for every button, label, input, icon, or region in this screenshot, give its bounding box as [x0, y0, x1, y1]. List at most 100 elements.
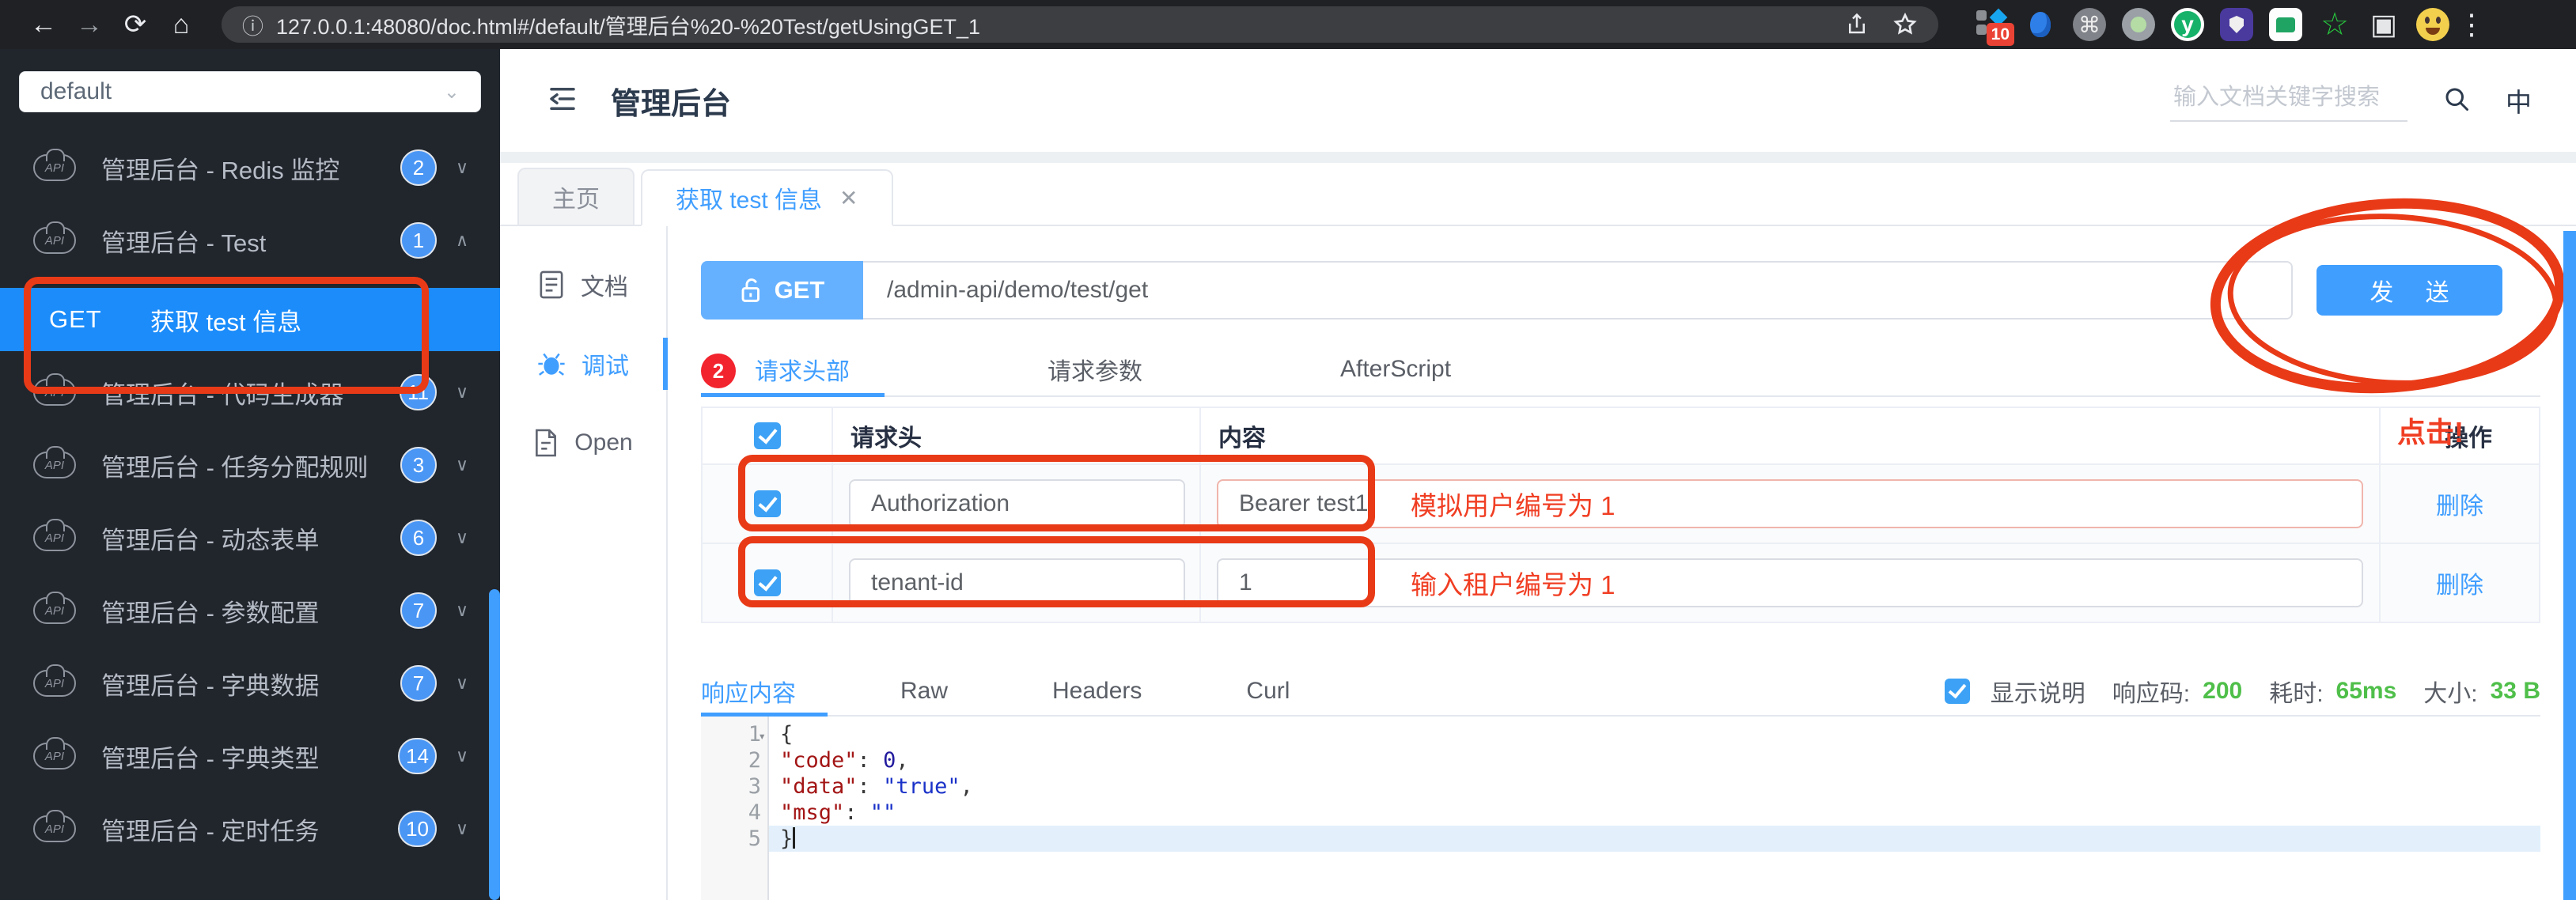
sidebar-group-item[interactable]: API 管理后台 - 字典数据 7 ∨: [0, 647, 500, 720]
main-scrollbar[interactable]: [2563, 231, 2576, 900]
y-icon[interactable]: y: [2171, 8, 2204, 41]
sidebar-group-label: 管理后台 - 动态表单: [101, 526, 320, 554]
line-number: 3: [748, 774, 761, 799]
balloon-icon[interactable]: [2024, 8, 2057, 41]
chevron-down-icon: ⌄: [443, 81, 460, 103]
sidebar-scrollbar[interactable]: [489, 589, 500, 900]
request-tabs: 2 请求头部 请求参数 AfterScript: [701, 346, 2540, 397]
sidebar-api-item-selected[interactable]: GET 获取 test 信息: [0, 288, 500, 351]
code-line: "msg": "": [780, 800, 896, 825]
star-green-icon[interactable]: ☆: [2318, 7, 2351, 42]
response-tab[interactable]: Headers: [1052, 678, 1142, 705]
share-icon[interactable]: [1845, 13, 1869, 36]
api-name-label: 获取 test 信息: [150, 308, 302, 336]
header-name-input[interactable]: tenant-id: [849, 558, 1185, 607]
response-code-label: 响应码:: [2112, 681, 2191, 707]
sidebar-group-label: 管理后台 - 定时任务: [101, 817, 320, 845]
page-tab-active[interactable]: 获取 test 信息 ✕: [641, 169, 893, 226]
bookmark-star-icon[interactable]: [1892, 12, 1918, 37]
debug-panel: GET /admin-api/demo/test/get 发 送 2 请求头部 请求…: [668, 198, 2576, 900]
page-tab-label: 主页: [552, 187, 600, 213]
sidebar-group-item[interactable]: API 管理后台 - 参数配置 7 ∨: [0, 574, 500, 647]
address-bar[interactable]: ⓘ 127.0.0.1:48080/doc.html#/default/管理后台…: [222, 6, 1938, 43]
page-tab-home[interactable]: 主页: [517, 168, 635, 225]
sidebar-group-item[interactable]: API 管理后台 - 代码生成器 11 ∨: [0, 356, 500, 429]
sidebar-group-item[interactable]: API 管理后台 - Redis 监控 2 ∨: [0, 131, 500, 204]
response-tab[interactable]: 响应内容: [701, 674, 796, 709]
api-cloud-icon: API: [33, 664, 76, 697]
chevron-down-icon: ∨: [455, 600, 469, 620]
select-all-checkbox[interactable]: [753, 422, 781, 449]
browser-menu-icon[interactable]: ⋮: [2457, 8, 2486, 41]
puzzle-icon[interactable]: ▣: [2367, 8, 2400, 41]
language-toggle[interactable]: 中: [2506, 81, 2532, 119]
circle-icon[interactable]: [2122, 8, 2155, 41]
api-count-badge: 7: [400, 665, 437, 701]
back-icon[interactable]: ←: [21, 9, 66, 40]
sidebar-group-label: 管理后台 - 字典数据: [101, 671, 320, 700]
request-tab[interactable]: 请求参数: [1047, 352, 1142, 390]
site-info-icon[interactable]: ⓘ: [242, 9, 263, 40]
delete-row-link[interactable]: 删除: [2436, 565, 2483, 600]
url-text[interactable]: 127.0.0.1:48080/doc.html#/default/管理后台%2…: [276, 9, 980, 40]
api-cloud-icon: API: [33, 149, 76, 181]
show-description-checkbox[interactable]: [1944, 679, 1970, 704]
header-name-input[interactable]: Authorization: [849, 479, 1185, 528]
avatar-icon[interactable]: [2416, 8, 2449, 41]
chevron-down-icon: ∨: [455, 382, 469, 402]
doc-menu-item-调试[interactable]: 调试: [500, 324, 668, 403]
collapse-sidebar-icon[interactable]: [544, 82, 581, 119]
delete-row-link[interactable]: 删除: [2436, 486, 2483, 521]
code-line: "data": "true",: [780, 774, 973, 799]
response-tab[interactable]: Raw: [900, 678, 948, 705]
forward-icon[interactable]: →: [66, 9, 112, 40]
line-number: 2: [748, 748, 761, 773]
row-checkbox[interactable]: [753, 569, 781, 596]
response-body-editor[interactable]: 1 ▾ 2 3 4 5 {"code": 0, "data": "true", "msg": …: [701, 717, 2540, 900]
shield-icon[interactable]: [2220, 8, 2253, 41]
request-tab[interactable]: 请求头部: [755, 352, 850, 390]
close-tab-icon[interactable]: ✕: [839, 185, 858, 211]
api-count-badge: 6: [400, 520, 437, 556]
sidebar-group-item[interactable]: API 管理后台 - 字典类型 14 ∨: [0, 720, 500, 792]
api-cloud-icon: API: [33, 737, 76, 770]
request-tab[interactable]: AfterScript: [1340, 356, 1451, 386]
home-icon[interactable]: ⌂: [158, 9, 204, 40]
extension-badge-count: 10: [1986, 23, 2014, 46]
extensions-badge-icon[interactable]: 10: [1975, 8, 2014, 46]
sidebar-group-item[interactable]: API 管理后台 - 动态表单 6 ∨: [0, 501, 500, 574]
request-url-input[interactable]: /admin-api/demo/test/get: [863, 261, 2293, 320]
fold-caret-icon[interactable]: ▾: [758, 723, 766, 749]
sidebar-group-label: 管理后台 - Redis 监控: [101, 156, 340, 184]
sidebar-group-item[interactable]: API 管理后台 - Test 1 ∧: [0, 204, 500, 277]
header-value-input[interactable]: Bearer test1: [1217, 479, 2363, 528]
extensions-row: 10 ⌘ y ☆ ▣: [1975, 7, 2449, 46]
header-value-input[interactable]: 1: [1217, 558, 2363, 607]
send-button[interactable]: 发 送: [2317, 265, 2502, 316]
sidebar-group-item[interactable]: API 管理后台 - 任务分配规则 3 ∨: [0, 429, 500, 501]
code-line: {: [780, 722, 794, 747]
doc-menu-item-open[interactable]: Open: [500, 403, 666, 482]
reload-icon[interactable]: ⟳: [112, 9, 158, 40]
chevron-down-icon: ∨: [455, 157, 469, 177]
search-icon[interactable]: [2442, 85, 2471, 117]
bug-icon: [537, 350, 566, 377]
api-count-badge: 1: [400, 222, 437, 259]
group-select[interactable]: default ⌄: [19, 71, 481, 112]
command-icon[interactable]: ⌘: [2073, 8, 2106, 41]
doc-menu-label: 调试: [581, 354, 629, 380]
group-select-value: default: [40, 78, 112, 104]
response-tab[interactable]: Curl: [1246, 678, 1290, 705]
row-checkbox[interactable]: [753, 490, 781, 517]
chat-icon[interactable]: [2269, 8, 2302, 41]
sidebar-group-label: 管理后台 - 字典类型: [101, 744, 320, 773]
api-count-badge: 2: [400, 149, 437, 186]
doc-search-input[interactable]: [2170, 79, 2407, 122]
doc-menu-item-文档[interactable]: 文档: [500, 245, 666, 324]
http-method-label: GET: [774, 276, 825, 304]
api-cloud-icon: API: [33, 373, 76, 406]
api-count-badge: 10: [398, 811, 437, 847]
request-url-row: GET /admin-api/demo/test/get 发 送: [701, 261, 2540, 320]
sidebar-group-item[interactable]: API 管理后台 - 定时任务 10 ∨: [0, 792, 500, 865]
column-header-action: 操作: [2445, 425, 2492, 452]
